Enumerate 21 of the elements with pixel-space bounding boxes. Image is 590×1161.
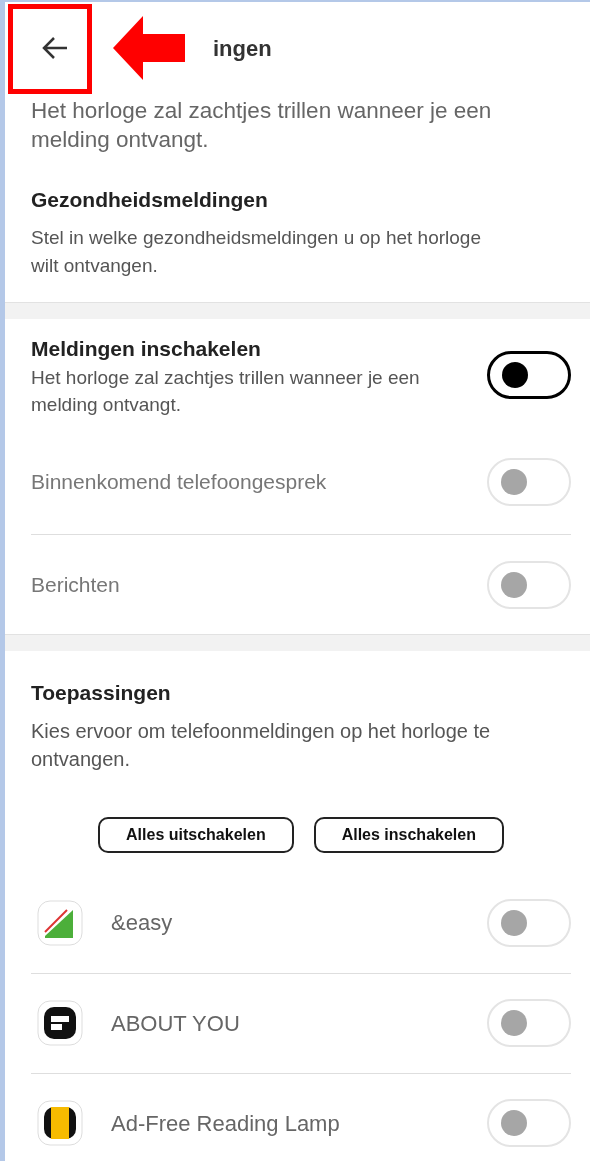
section-description: Kies ervoor om telefoonmeldingen op het horloge te ontvangen. [31,718,492,772]
action-button[interactable]: Alles uitschakelen [98,816,294,853]
pointer-arrow [113,16,185,80]
page-title: ingen [213,34,272,63]
toggle-switch[interactable] [487,351,571,400]
section-title: Toepassingen [31,680,172,706]
setting-label: Meldingen inschakelen [31,335,262,362]
action-button[interactable]: Alles inschakelen [313,816,504,853]
back-icon [41,36,69,60]
app-icon [37,899,83,946]
setting-label: Binnenkomend telefoongesprek [31,469,327,496]
app-label: ABOUT YOU [111,1009,241,1038]
app-label: Ad-Free Reading Lamp [111,1109,341,1138]
app-icon [37,1100,83,1146]
section-title: Gezondheidsmeldingen [31,187,269,213]
setting-label: Berichten [31,571,120,598]
app-icon [37,1000,83,1046]
setting-description: Het horloge zal zachtjes trillen wanneer je een melding ontvangt. [31,366,421,417]
section-description: Stel in welke gezondheidsmeldingen u op het horloge wilt ontvangen. [31,225,482,278]
description-text: Het horloge zal zachtjes trillen wanneer je een melding ontvangt. [31,97,493,154]
app-label: &easy [111,909,174,937]
